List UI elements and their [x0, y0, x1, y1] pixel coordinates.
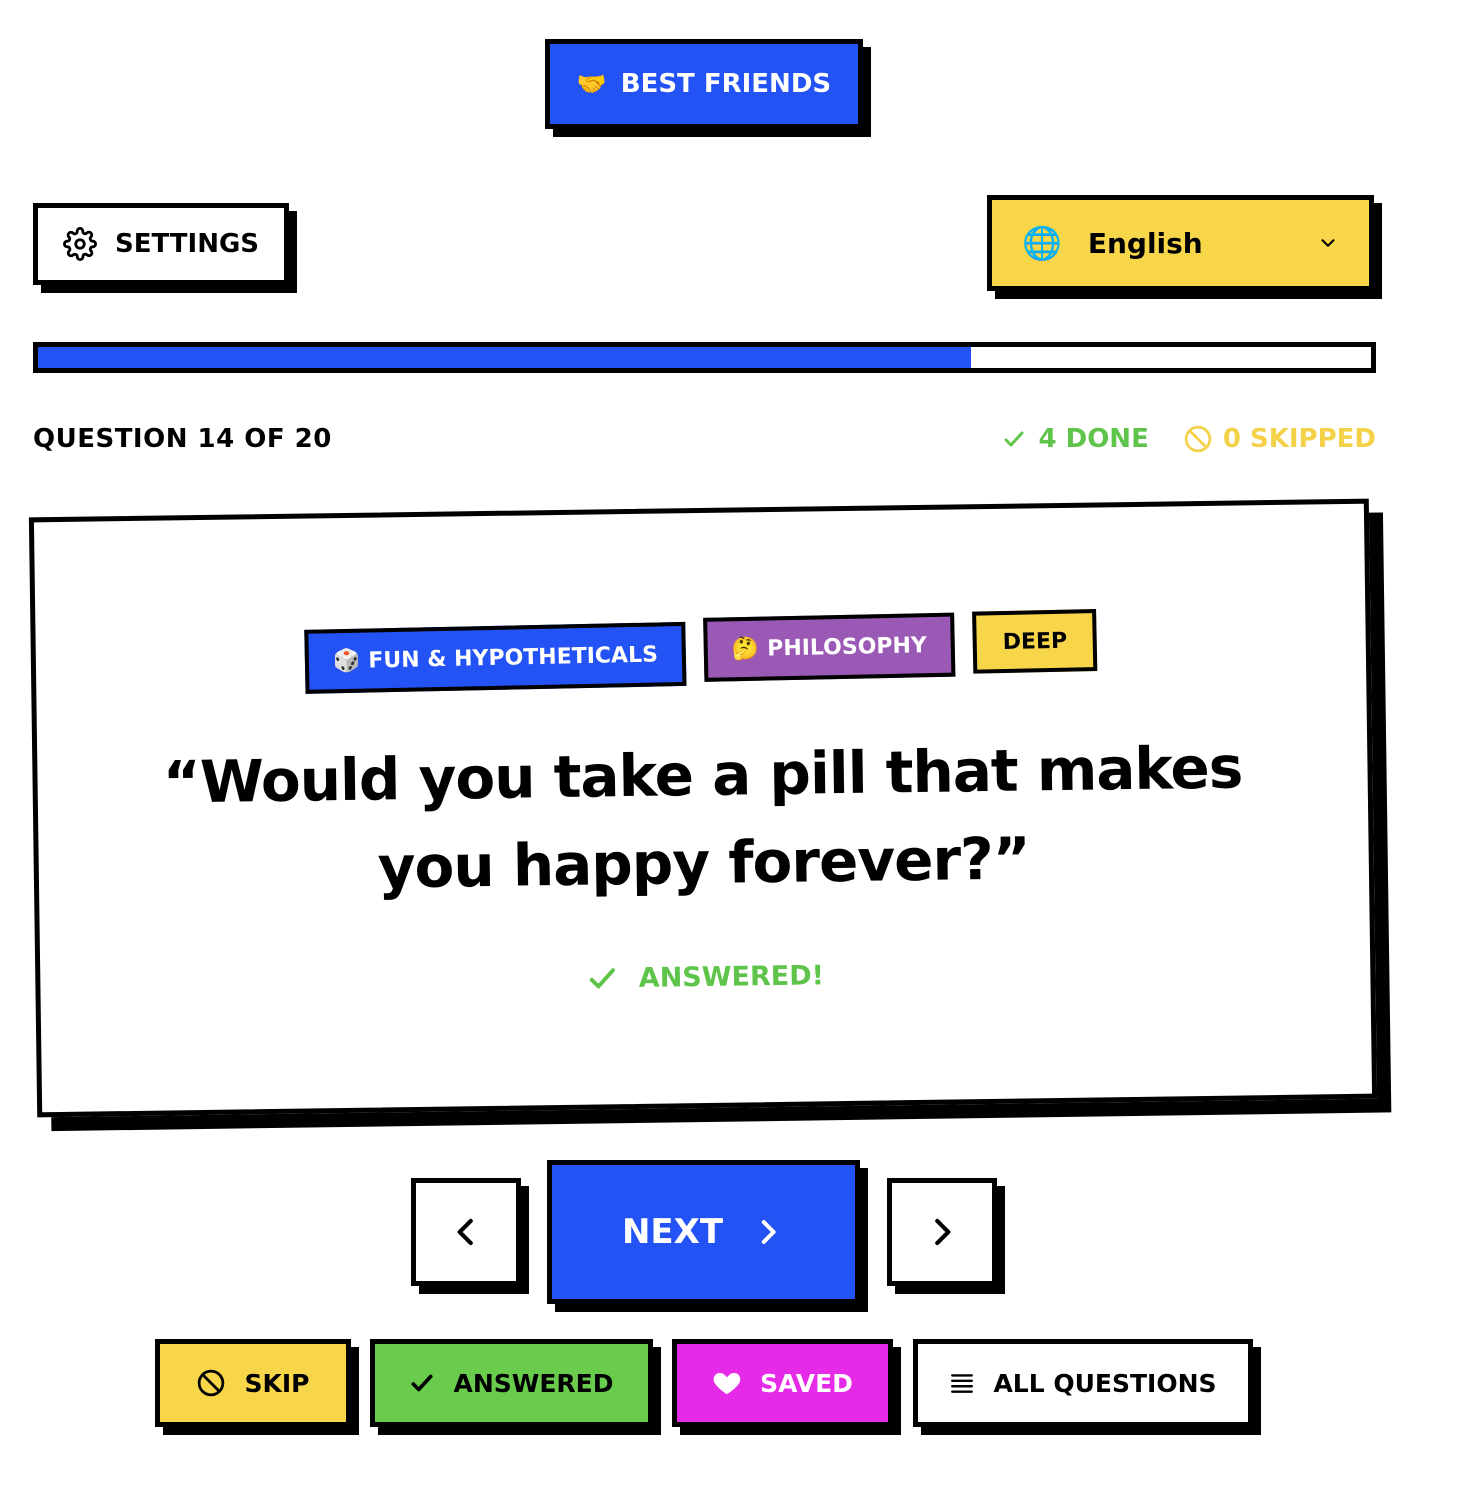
skipped-stat: 0 SKIPPED: [1183, 424, 1376, 454]
check-icon: [1004, 431, 1024, 447]
chevron-right-icon: [935, 1218, 951, 1246]
tag-label: DEEP: [1002, 628, 1068, 655]
tag-label: PHILOSOPHY: [766, 632, 927, 662]
skip-label: SKIP: [244, 1368, 310, 1398]
tag-list: 🎲 FUN & HYPOTHETICALS 🤔 PHILOSOPHY DEEP: [35, 606, 1366, 697]
list-icon: [951, 1374, 974, 1393]
settings-label: SETTINGS: [114, 229, 260, 259]
heart-icon: [713, 1373, 741, 1395]
ban-icon: [198, 1369, 225, 1397]
progress-fill: [38, 347, 972, 368]
done-count: 4 DONE: [1038, 424, 1149, 454]
answered-indicator-label: ANSWERED!: [638, 959, 825, 994]
next-button[interactable]: NEXT: [547, 1160, 860, 1304]
globe-icon: 🌐: [1022, 224, 1062, 262]
question-counter: QUESTION 14 OF 20: [33, 424, 332, 454]
forward-button[interactable]: [887, 1178, 997, 1286]
done-stat: 4 DONE: [1002, 424, 1149, 454]
question-card: 🎲 FUN & HYPOTHETICALS 🤔 PHILOSOPHY DEEP …: [28, 498, 1378, 1118]
handshake-icon: 🤝: [576, 70, 607, 98]
tag-depth: DEEP: [971, 609, 1098, 674]
answered-indicator: ANSWERED!: [40, 952, 1370, 1003]
chevron-right-icon: [761, 1220, 776, 1244]
previous-button[interactable]: [411, 1178, 521, 1286]
next-label: NEXT: [621, 1212, 724, 1252]
chevron-left-icon: [457, 1218, 473, 1246]
thinking-face-icon: 🤔: [731, 636, 760, 662]
language-selected: English: [1087, 226, 1203, 260]
answered-button[interactable]: ANSWERED: [370, 1339, 653, 1427]
dice-icon: 🎲: [332, 648, 361, 674]
chevron-down-icon: [1321, 239, 1335, 247]
stats: 4 DONE 0 SKIPPED: [1002, 424, 1376, 454]
mode-badge-label: BEST FRIENDS: [620, 69, 832, 99]
question-text: “Would you take a pill that makes you ha…: [162, 733, 1243, 902]
check-icon: [590, 968, 616, 989]
tag-philosophy: 🤔 PHILOSOPHY: [702, 612, 956, 682]
check-icon: [411, 1374, 433, 1392]
tag-label: FUN & HYPOTHETICALS: [367, 641, 658, 674]
all-questions-label: ALL QUESTIONS: [993, 1368, 1217, 1398]
language-select[interactable]: 🌐 English: [987, 195, 1374, 291]
ban-icon: [1184, 425, 1212, 453]
settings-button[interactable]: SETTINGS: [33, 203, 289, 285]
tag-category: 🎲 FUN & HYPOTHETICALS: [303, 621, 687, 694]
progress-bar: [33, 342, 1376, 373]
skipped-count: 0 SKIPPED: [1222, 424, 1376, 454]
answered-label: ANSWERED: [453, 1368, 614, 1398]
all-questions-button[interactable]: ALL QUESTIONS: [913, 1339, 1253, 1427]
skip-button[interactable]: SKIP: [155, 1339, 351, 1427]
saved-button[interactable]: SAVED: [672, 1339, 893, 1427]
saved-label: SAVED: [760, 1368, 853, 1398]
gear-icon: [63, 227, 97, 261]
mode-badge[interactable]: 🤝 BEST FRIENDS: [545, 39, 863, 129]
